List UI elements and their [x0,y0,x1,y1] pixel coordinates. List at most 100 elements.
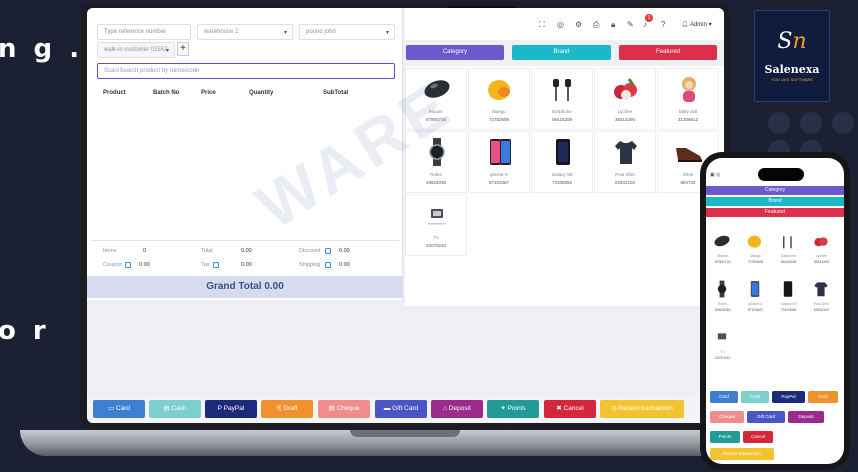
product-search-input[interactable]: Scan/Search product by name/code [97,63,395,79]
brand-logo: Sn Salenexa YOU LIKE SOFTWARE [754,10,830,102]
coupon-label: Coupon [103,262,123,268]
background-dot [832,112,854,134]
column-header-batch: Batch No [153,90,180,96]
gift-card-button[interactable]: ▬ Gift Card [375,400,427,418]
background-subline-fragment: o r [0,316,50,346]
warehouse-select[interactable]: warehouse 2 ▾ [197,24,293,40]
total-value: 0.00 [241,248,252,254]
dynamic-island [758,168,804,181]
lychee-icon [614,78,637,100]
column-header-quantity: Quantity [249,90,274,96]
cancel-button[interactable]: ✖ Cancel [544,400,596,418]
cart-panel: Type reference number warehouse 2 ▾ pound… [87,8,403,300]
product-card[interactable]: Galaxy S9 73100066 [531,131,593,193]
doll-icon [682,77,696,102]
paypal-button[interactable]: P PayPal [205,400,257,418]
edit-discount-icon[interactable] [325,248,331,254]
category-filter-button[interactable]: Category [406,45,504,60]
phone-gift-card-button[interactable]: Gift Card [747,411,785,423]
edit-tax-icon[interactable] [213,262,219,268]
phone-draft-button[interactable]: Draft [808,391,838,403]
background-dot [768,112,790,134]
phone-product-card[interactable]: Tv 22070242 [706,326,739,364]
phone-cancel-button[interactable]: Cancel [743,431,773,443]
earphone-icon [553,79,571,101]
tv-icon [717,333,727,340]
printer-icon[interactable]: ⎙ [593,20,599,30]
phone-product-card[interactable]: Galaxy S9 73100066 [772,278,805,316]
product-card[interactable]: Rolex 40624036 [405,131,467,193]
phone-cheque-button[interactable]: Cheque [710,411,744,423]
tax-label: Tax [201,262,210,268]
points-button[interactable]: ✦ Points [487,400,539,418]
edit-coupon-icon[interactable] [125,262,131,268]
product-card[interactable]: Polo Shirt 53402102 [594,131,656,193]
phone-product-card[interactable]: Mango 72782608 [739,230,772,268]
watch-icon [717,280,727,298]
add-customer-button[interactable]: + [177,42,189,56]
phone-cash-button[interactable]: Cash [741,391,769,403]
lychee-icon [814,237,828,247]
draft-button[interactable]: ⎘ Draft [261,400,313,418]
earphone-icon [783,236,792,249]
lock-icon[interactable]: 🔒︎ [611,20,615,30]
deposit-button[interactable]: ⌂ Deposit [431,400,483,418]
help-icon[interactable]: ? [661,20,665,29]
phone-product-card[interactable]: Polo Shirt 53402102 [805,278,838,316]
edit-shipping-icon[interactable] [325,262,331,268]
product-card[interactable]: baby doll 31306812 [657,68,719,130]
phone-brand-button[interactable]: Brand [706,197,844,206]
phone-frame: ▣ ◎ Category Brand Featured Mouse 8790071… [700,152,850,470]
items-label: Items [103,248,117,254]
settings-icon[interactable]: ⚙ [575,20,582,29]
phone-product-card[interactable]: Rolex 40624036 [706,278,739,316]
dashboard-icon[interactable]: ◎ [557,20,564,29]
column-header-price: Price [201,90,216,96]
background-dot [800,112,822,134]
total-label: Total [201,248,213,254]
product-card[interactable]: Mouse 87900716 [405,68,467,130]
phone-screen: ▣ ◎ Category Brand Featured Mouse 8790071… [706,158,844,464]
phone-paypal-button[interactable]: PayPal [772,391,805,403]
mango-icon [488,80,510,100]
user-menu[interactable]: 👤︎ Admin ▾ [681,21,712,28]
pencil-icon[interactable]: ✎ [627,20,634,29]
fullscreen-icon[interactable]: ⛶ [539,20,545,30]
brand-filter-button[interactable]: Brand [512,45,611,60]
phone-featured-button[interactable]: Featured [706,208,844,217]
recent-transaction-button[interactable]: ◷ Recent transaction [600,400,684,418]
phone-category-button[interactable]: Category [706,186,844,195]
column-header-product: Product [103,90,126,96]
phone-status-icons: ▣ ◎ [710,172,721,178]
tax-value: 0.00 [241,262,252,268]
customer-select[interactable]: walk-in customer 01552 ▾ [97,42,175,58]
logo-name: Salenexa [764,63,820,76]
phone-product-card[interactable]: iphone-X 87103467 [739,278,772,316]
shipping-value: 0.00 [339,262,350,268]
phone-recent-transaction-button[interactable]: Recent transaction [710,448,774,460]
card-button[interactable]: ▭ Card [93,400,145,418]
reference-input[interactable]: Type reference number [97,24,191,40]
product-card[interactable]: Mango 72782608 [468,68,530,130]
biller-select[interactable]: pound johd ▾ [299,24,395,40]
discount-value: 0.00 [339,248,350,254]
phone-product-card[interactable]: Lychee 38314290 [805,230,838,268]
product-card[interactable]: iphone-X 87103467 [468,131,530,193]
coupon-value: 0.00 [139,262,150,268]
product-card[interactable]: Tv 22070242 [405,194,467,256]
phone-points-button[interactable]: Points [710,431,740,443]
watch-icon [429,138,445,166]
tv-icon [428,209,446,225]
product-grid: Mouse 87900716 Mango 72782608 Earphone 0641… [405,66,724,306]
phone-product-card[interactable]: Earphone 06416208 [772,230,805,268]
phone-card-button[interactable]: Card [710,391,738,403]
product-card[interactable]: Lychee 38314290 [594,68,656,130]
phone-product-card[interactable]: Mouse 87900716 [706,230,739,268]
product-card[interactable]: Earphone 06416208 [531,68,593,130]
chevron-down-icon: ▾ [165,48,169,54]
featured-filter-button[interactable]: Featured [619,45,717,60]
phone-deposit-button[interactable]: Deposit [788,411,824,423]
chevron-down-icon: ▾ [283,30,287,36]
cash-button[interactable]: ▤ Cash [149,400,201,418]
cheque-button[interactable]: ▤ Cheque [318,400,370,418]
